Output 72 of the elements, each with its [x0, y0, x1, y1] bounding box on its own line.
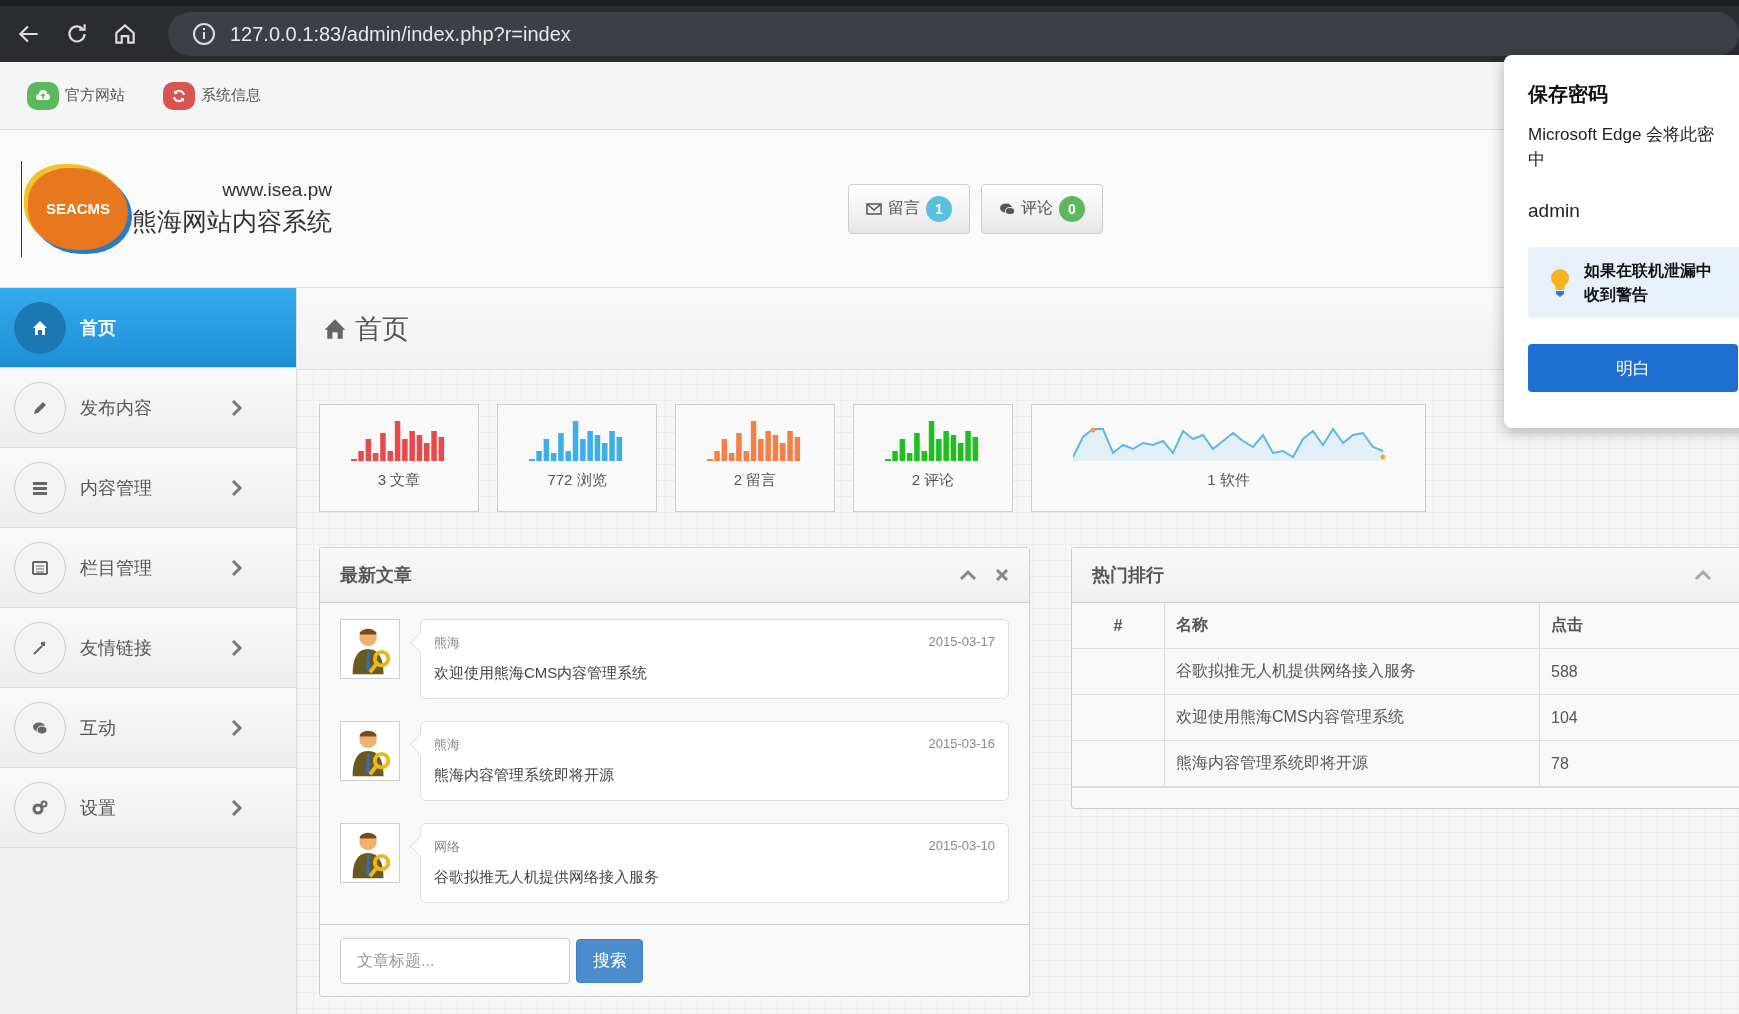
author-name: 熊海 — [434, 736, 460, 754]
panel-title: 热门排行 — [1092, 564, 1165, 587]
info-icon[interactable] — [192, 22, 216, 46]
panel-title: 最新文章 — [340, 564, 413, 587]
count-badge: 1 — [926, 195, 952, 222]
column-header: # — [1072, 603, 1165, 649]
page-title: 首页 — [355, 312, 409, 346]
home-icon — [31, 318, 49, 337]
chat-icon — [999, 201, 1015, 216]
messages-button[interactable]: 留言 1 — [848, 183, 970, 234]
got-it-button[interactable]: 明白 — [1528, 344, 1738, 392]
article-title: 熊海内容管理系统即将开源 — [434, 766, 615, 785]
stat-label: 2 留言 — [733, 471, 777, 490]
chevron-right-icon — [230, 638, 244, 657]
search-button[interactable]: 搜索 — [576, 938, 643, 983]
tip-text-line: 收到警告 — [1584, 284, 1649, 305]
address-bar[interactable]: 127.0.0.1:83/admin/index.php?r=index — [168, 12, 1739, 56]
sidebar-item[interactable]: 内容管理 — [0, 448, 296, 528]
table-cell: 欢迎使用熊海CMS内容管理系统 — [1164, 694, 1540, 741]
column-header: 点击 — [1539, 603, 1739, 649]
article-date: 2015-03-16 — [928, 736, 995, 753]
table-cell: 78 — [1539, 740, 1739, 787]
article-title: 欢迎使用熊海CMS内容管理系统 — [434, 664, 649, 683]
sidebar-item[interactable]: 设置 — [0, 768, 296, 848]
sidebar-item[interactable]: 发布内容 — [0, 368, 296, 448]
chevron-right-icon — [230, 798, 244, 817]
table-cell: 588 — [1539, 648, 1739, 695]
sidebar-item[interactable]: 栏目管理 — [0, 528, 296, 608]
site-name: 熊海网站内容系统 — [132, 206, 332, 237]
user-with-key-icon — [340, 721, 400, 781]
wand-icon — [31, 638, 49, 657]
url-text: 127.0.0.1:83/admin/index.php?r=index — [230, 22, 571, 46]
table-cell: 104 — [1539, 694, 1739, 741]
article-title: 谷歌拟推无人机提供网络接入服务 — [434, 868, 660, 887]
gears-icon — [31, 798, 49, 817]
sidebar-item[interactable]: 互动 — [0, 688, 296, 768]
user-with-key-icon — [340, 823, 400, 883]
tip-text-line: 如果在联机泄漏中 — [1584, 260, 1712, 281]
home-icon[interactable] — [112, 21, 138, 47]
table-cell: 熊海内容管理系统即将开源 — [1164, 740, 1540, 787]
column-header: 名称 — [1164, 603, 1540, 649]
author-name: 网络 — [434, 838, 460, 856]
site-url: www.isea.pw — [222, 179, 332, 201]
table-cell: 谷歌拟推无人机提供网络接入服务 — [1164, 648, 1540, 695]
stat-label: 2 评论 — [911, 471, 955, 490]
popup-message-line: 中 — [1528, 149, 1546, 171]
envelope-icon — [866, 201, 882, 216]
search-field[interactable]: 文章标题... — [340, 937, 570, 984]
count-badge: 0 — [1059, 195, 1085, 222]
username-text: admin — [1528, 200, 1581, 222]
user-with-key-icon — [340, 619, 400, 679]
close-icon[interactable] — [995, 568, 1009, 582]
chevron-right-icon — [230, 398, 244, 417]
chevron-right-icon — [230, 718, 244, 737]
sidebar-item[interactable]: 友情链接 — [0, 608, 296, 688]
comments-button[interactable]: 评论 0 — [981, 183, 1103, 234]
top-nav-link[interactable]: 系统信息 — [163, 81, 261, 110]
document-list-icon — [31, 558, 49, 577]
article-date: 2015-03-17 — [928, 634, 995, 651]
popup-message-line: Microsoft Edge 会将此密 — [1528, 124, 1716, 146]
chevron-right-icon — [230, 478, 244, 497]
home-icon — [323, 317, 347, 340]
collapse-icon[interactable] — [959, 568, 977, 582]
chevron-right-icon — [230, 558, 244, 577]
lightbulb-icon — [1550, 267, 1570, 298]
top-nav-link[interactable]: 官方网站 — [27, 81, 125, 110]
article-date: 2015-03-10 — [928, 838, 995, 855]
author-name: 熊海 — [434, 634, 460, 652]
stat-label: 772 浏览 — [547, 471, 607, 490]
stat-label: 1 软件 — [1207, 471, 1250, 490]
popup-title: 保存密码 — [1528, 82, 1609, 107]
stat-label: 3 文章 — [377, 471, 421, 490]
